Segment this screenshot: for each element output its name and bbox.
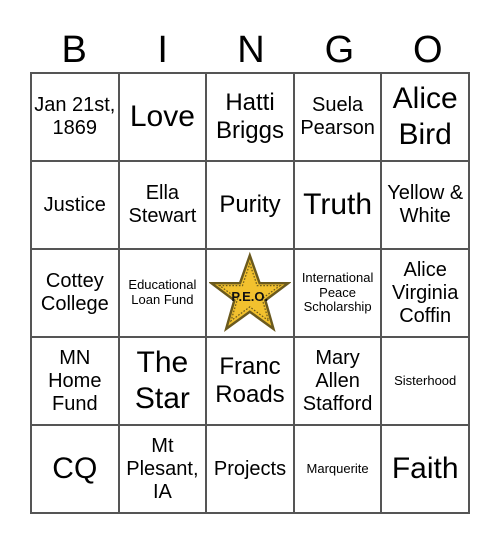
bingo-cell[interactable]: Truth <box>293 161 382 249</box>
bingo-cell[interactable]: Yellow & White <box>381 161 469 249</box>
bingo-grid: Jan 21st, 1869 Love Hatti Briggs Suela Pear… <box>30 72 470 514</box>
bingo-cell[interactable]: Mt Plesant, IA <box>118 425 207 513</box>
bingo-cell[interactable]: Love <box>118 73 207 161</box>
cell-text: MN Home Fund <box>48 346 102 415</box>
bingo-cell[interactable]: Suela Pearson <box>293 73 382 161</box>
bingo-cell[interactable]: Purity <box>206 161 294 249</box>
cell-text: Ella Stewart <box>128 182 197 227</box>
cell-text: Purity <box>219 191 281 219</box>
header-letter-b: B <box>61 29 87 71</box>
header-letter-n: N <box>237 29 265 71</box>
cell-text: Educational Loan Fund <box>128 277 197 307</box>
peo-label: P.E.O. <box>232 289 269 304</box>
bingo-cell[interactable]: Hatti Briggs <box>206 73 294 161</box>
peo-star-icon: P.E.O. <box>209 251 291 332</box>
bingo-header: B I N G O <box>30 28 472 72</box>
cell-text: Truth <box>303 188 373 221</box>
bingo-cell[interactable]: Cottey College <box>31 249 119 337</box>
bingo-cell[interactable]: Projects <box>206 425 294 513</box>
bingo-cell[interactable]: International Peace Scholarship <box>293 249 382 337</box>
cell-text: Marquerite <box>306 460 369 476</box>
cell-text: Franc Roads <box>215 353 285 408</box>
free-space-cell[interactable]: P.E.O. <box>206 249 294 337</box>
header-letter-o: O <box>413 29 443 71</box>
bingo-cell[interactable]: CQ <box>31 425 119 513</box>
cell-text: Hatti Briggs <box>215 89 284 144</box>
cell-text: Alice Bird <box>392 82 458 151</box>
cell-text: Projects <box>213 457 287 480</box>
bingo-cell[interactable]: Jan 21st, 1869 <box>31 73 119 161</box>
cell-text: Yellow & White <box>387 182 464 227</box>
header-letter-i: I <box>157 29 168 71</box>
cell-text: Sisterhood <box>394 372 457 388</box>
bingo-cell[interactable]: Educational Loan Fund <box>118 249 207 337</box>
bingo-cell[interactable]: Mary Allen Stafford <box>293 337 382 425</box>
cell-text: Love <box>129 100 195 133</box>
bingo-cell[interactable]: Sisterhood <box>381 337 469 425</box>
cell-text: CQ <box>52 452 98 485</box>
cell-text: Jan 21st, 1869 <box>34 94 116 139</box>
bingo-cell[interactable]: Faith <box>381 425 469 513</box>
cell-text: Cottey College <box>40 270 109 315</box>
cell-text: Mt Plesant, IA <box>126 434 199 503</box>
bingo-cell[interactable]: Alice Bird <box>381 73 469 161</box>
bingo-cell[interactable]: Franc Roads <box>206 337 294 425</box>
bingo-cell[interactable]: MN Home Fund <box>31 337 119 425</box>
cell-text: International Peace Scholarship <box>301 269 374 315</box>
cell-text: Alice Virginia Coffin <box>392 258 459 327</box>
cell-text: Mary Allen Stafford <box>302 346 373 415</box>
cell-text: Faith <box>391 452 459 485</box>
bingo-cell[interactable]: Justice <box>31 161 119 249</box>
cell-text: The Star <box>134 346 190 415</box>
header-letter-g: G <box>324 29 355 71</box>
bingo-cell[interactable]: Ella Stewart <box>118 161 207 249</box>
cell-text: Suela Pearson <box>300 94 375 139</box>
bingo-cell[interactable]: Alice Virginia Coffin <box>381 249 469 337</box>
cell-text: Justice <box>43 193 106 216</box>
bingo-cell[interactable]: Marquerite <box>293 425 382 513</box>
bingo-cell[interactable]: The Star <box>118 337 207 425</box>
